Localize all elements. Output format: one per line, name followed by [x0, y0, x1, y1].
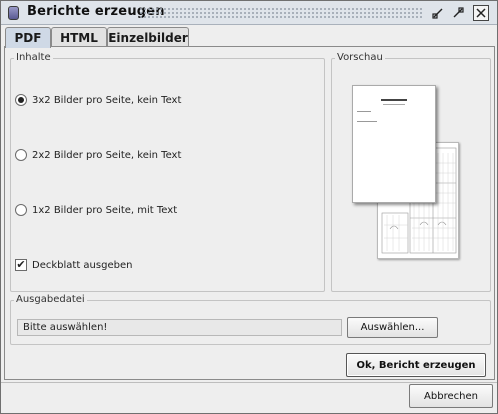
radio-option-2x2[interactable]: 2x2 Bilder pro Seite, kein Text — [15, 147, 181, 163]
tab-panel-pdf: Inhalte 3x2 Bilder pro Seite, kein Text … — [4, 46, 495, 380]
preview-cover-image — [357, 99, 407, 122]
radio-label: 1x2 Bilder pro Seite, mit Text — [32, 204, 178, 216]
app-icon — [8, 6, 19, 20]
title-bar[interactable]: Berichte erzeugen — [1, 1, 497, 25]
minimize-icon[interactable] — [430, 5, 446, 21]
ausgabedatei-legend: Ausgabedatei — [14, 294, 87, 305]
radio-button[interactable] — [15, 204, 27, 216]
radio-label: 3x2 Bilder pro Seite, kein Text — [32, 94, 182, 106]
create-report-button[interactable]: Ok, Bericht erzeugen — [346, 353, 486, 377]
radio-button[interactable] — [15, 94, 27, 106]
pdf-preview-thumbnail — [342, 85, 460, 261]
choose-file-button[interactable]: Auswählen... — [347, 317, 438, 338]
close-icon[interactable] — [473, 5, 489, 21]
radio-option-1x2[interactable]: 1x2 Bilder pro Seite, mit Text — [15, 202, 177, 218]
radio-label: 2x2 Bilder pro Seite, kein Text — [32, 149, 182, 161]
checkbox-label: Deckblatt ausgeben — [32, 259, 133, 271]
radio-option-3x2[interactable]: 3x2 Bilder pro Seite, kein Text — [15, 92, 181, 108]
tab-einzelbilder[interactable]: Einzelbilder — [107, 27, 189, 47]
deckblatt-checkbox[interactable]: ✔ — [15, 259, 27, 271]
tab-pdf[interactable]: PDF — [5, 27, 51, 48]
maximize-icon[interactable] — [450, 5, 466, 21]
cancel-button[interactable]: Abbrechen — [409, 384, 493, 408]
deckblatt-checkbox-row[interactable]: ✔ Deckblatt ausgeben — [15, 257, 132, 273]
radio-button[interactable] — [15, 149, 27, 161]
output-file-field[interactable]: Bitte auswählen! — [17, 319, 342, 336]
inhalte-group: Inhalte 3x2 Bilder pro Seite, kein Text … — [10, 52, 325, 292]
bottom-separator — [1, 382, 497, 383]
tab-html[interactable]: HTML — [51, 27, 107, 47]
ausgabedatei-group: Ausgabedatei Bitte auswählen! Auswählen.… — [10, 294, 491, 345]
title-bar-grip[interactable] — [139, 7, 422, 19]
report-dialog: Berichte erzeugen PDF HTML Einzelbilder — [0, 0, 498, 414]
vorschau-group: Vorschau — [331, 52, 491, 292]
vorschau-legend: Vorschau — [335, 52, 385, 63]
inhalte-legend: Inhalte — [14, 52, 53, 63]
preview-page-front — [352, 85, 436, 203]
